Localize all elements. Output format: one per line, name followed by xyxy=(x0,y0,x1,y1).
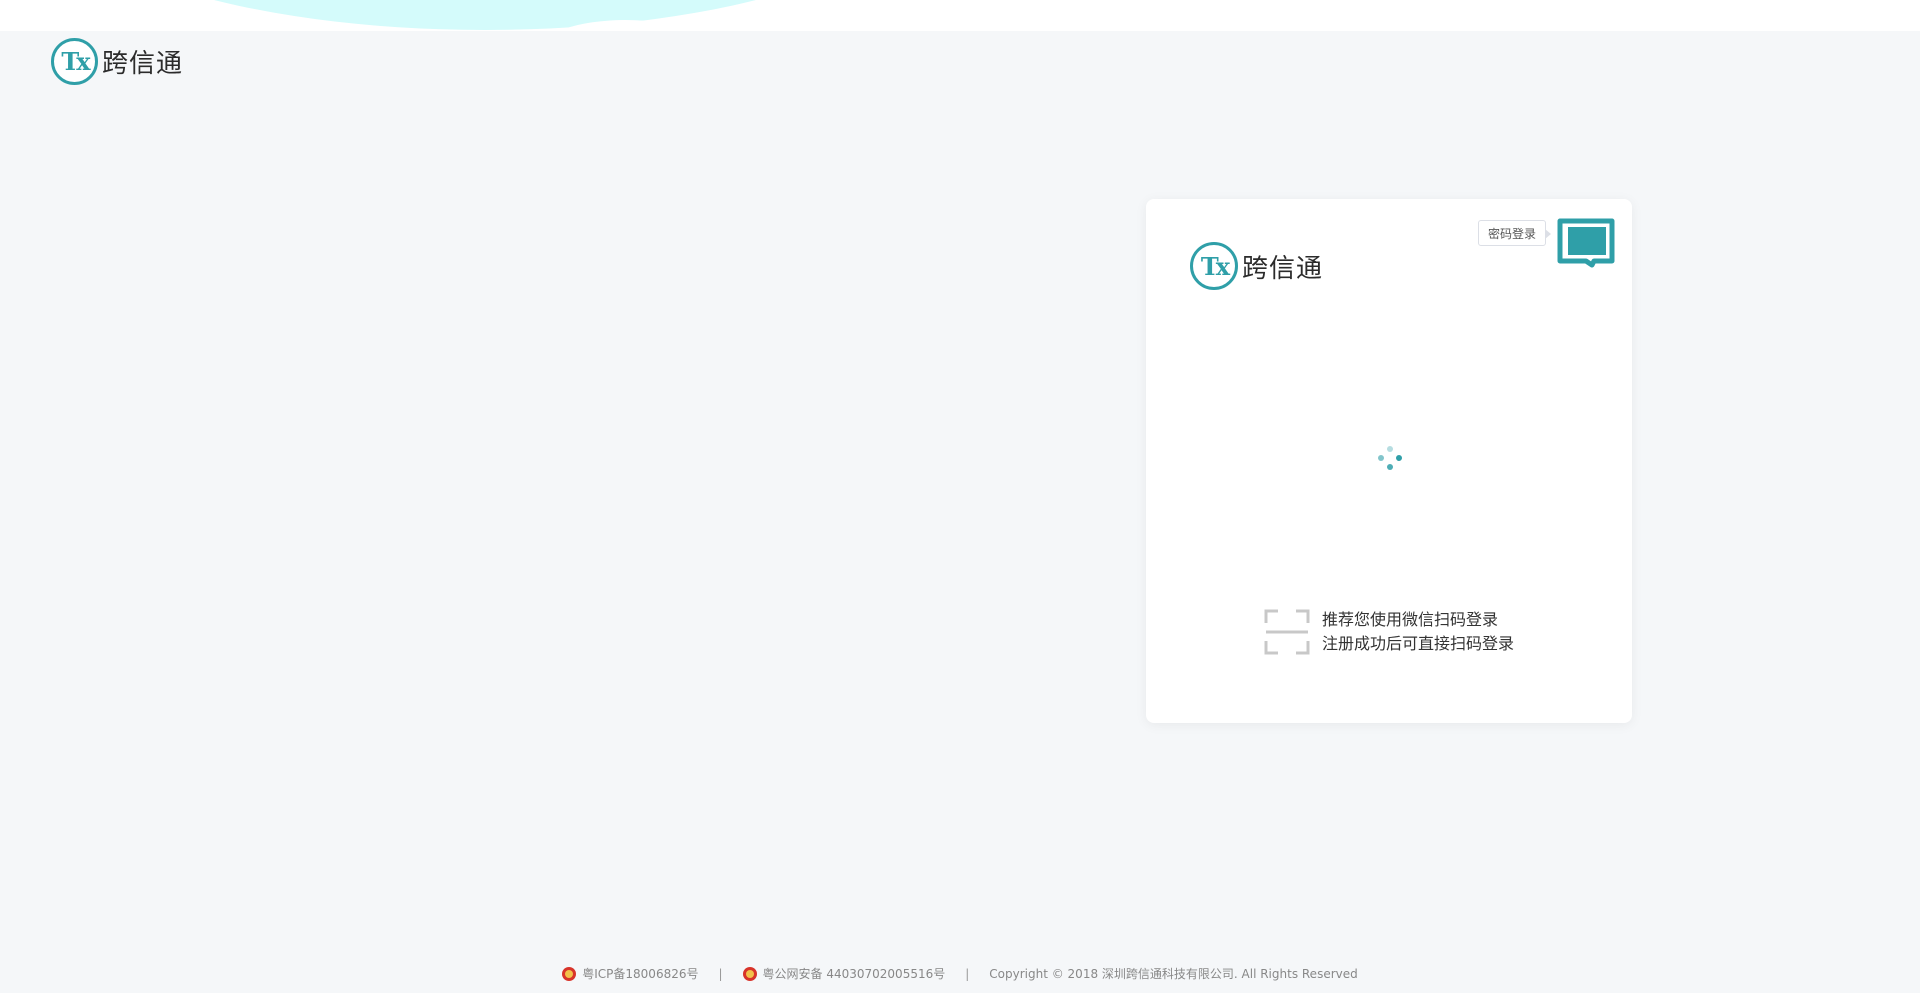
footer: 粤ICP备18006826号 | 粤公网安备 44030702005516号 |… xyxy=(0,965,1920,982)
footer-separator: | xyxy=(718,966,723,981)
login-page: Tx 跨信通 Tx 跨信通 密码登录 推荐您使用微信扫码登录 注册成功后可直接扫… xyxy=(0,0,1920,993)
copyright-text: Copyright © 2018 深圳跨信通科技有限公司. All Rights… xyxy=(989,967,1358,981)
decorative-blob xyxy=(40,0,930,30)
loading-spinner-icon xyxy=(1378,446,1402,470)
top-banner xyxy=(0,0,1920,31)
logo-text: 跨信通 xyxy=(102,49,184,79)
police-record[interactable]: 粤公网安备 44030702005516号 xyxy=(742,965,946,982)
icp-record[interactable]: 粤ICP备18006826号 xyxy=(562,965,698,982)
scan-hint-line2: 注册成功后可直接扫码登录 xyxy=(1322,634,1515,653)
police-record-text: 粤公网安备 44030702005516号 xyxy=(762,967,946,981)
police-emblem-icon xyxy=(742,966,757,981)
scan-hint-text: 推荐您使用微信扫码登录 注册成功后可直接扫码登录 xyxy=(1322,608,1514,656)
login-card: Tx 跨信通 密码登录 推荐您使用微信扫码登录 注册成功后可直接扫码登录 xyxy=(1146,199,1632,723)
copyright: Copyright © 2018 深圳跨信通科技有限公司. All Rights… xyxy=(989,965,1357,982)
logo-mark-icon: Tx xyxy=(51,38,98,85)
scan-hint-line1: 推荐您使用微信扫码登录 xyxy=(1322,610,1499,629)
footer-separator: | xyxy=(965,966,970,981)
police-emblem-icon xyxy=(562,966,577,981)
scan-frame-icon xyxy=(1264,609,1310,655)
icp-record-text: 粤ICP备18006826号 xyxy=(582,967,699,981)
qr-code-area xyxy=(1146,269,1632,599)
password-login-button[interactable]: 密码登录 xyxy=(1478,220,1551,246)
header-logo[interactable]: Tx 跨信通 xyxy=(51,38,183,85)
qr-code-switch-icon[interactable] xyxy=(1556,217,1616,275)
scan-hint: 推荐您使用微信扫码登录 注册成功后可直接扫码登录 xyxy=(1264,608,1514,656)
